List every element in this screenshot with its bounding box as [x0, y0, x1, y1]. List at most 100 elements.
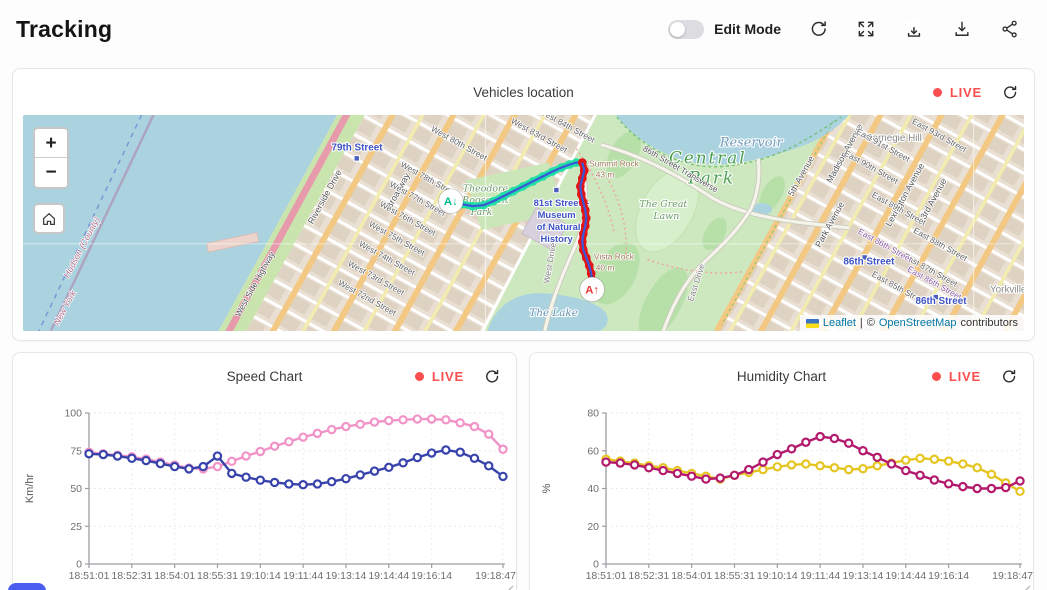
- speed-chart-panel: Speed Chart LIVE 025507510018:51:0118:52…: [12, 352, 517, 590]
- data-point: [271, 479, 278, 486]
- data-point: [902, 467, 909, 474]
- data-point: [285, 438, 292, 445]
- panel-refresh-button[interactable]: [480, 365, 502, 387]
- data-point: [342, 475, 349, 482]
- live-label: LIVE: [432, 369, 464, 384]
- data-point: [328, 426, 335, 433]
- data-point: [945, 480, 952, 487]
- x-tick-label: 18:51:01: [69, 570, 110, 582]
- data-point: [788, 445, 795, 452]
- data-point: [617, 459, 624, 466]
- toggle-knob: [670, 22, 685, 37]
- share-icon: [1000, 19, 1020, 39]
- data-point: [831, 435, 838, 442]
- map-label: History: [540, 233, 573, 244]
- y-tick-label: 60: [587, 445, 599, 457]
- x-tick-label: 19:10:14: [240, 570, 281, 582]
- page-title: Tracking: [16, 16, 112, 43]
- y-tick-label: 75: [70, 445, 82, 457]
- data-point: [485, 462, 492, 469]
- refresh-button[interactable]: [807, 18, 829, 40]
- pdf-export-button[interactable]: PDF: [903, 18, 925, 40]
- panel-refresh-button[interactable]: [997, 365, 1019, 387]
- data-point: [1002, 484, 1009, 491]
- map-attribution: Leaflet | © OpenStreetMap contributors: [800, 315, 1024, 331]
- data-point: [371, 468, 378, 475]
- data-point: [200, 463, 207, 470]
- data-point: [974, 464, 981, 471]
- data-point: [228, 470, 235, 477]
- edit-mode-toggle[interactable]: [668, 20, 704, 39]
- data-point: [874, 462, 881, 469]
- resize-handle[interactable]: [1020, 584, 1031, 590]
- data-point: [214, 452, 221, 459]
- map-home-button[interactable]: [33, 203, 65, 234]
- y-tick-label: 40: [587, 483, 599, 495]
- vehicle-marker-label: A↑: [585, 284, 599, 296]
- x-tick-label: 19:16:14: [928, 570, 969, 582]
- leaflet-link[interactable]: Leaflet: [823, 317, 856, 329]
- data-point: [931, 456, 938, 463]
- live-indicator: LIVE: [415, 353, 502, 399]
- live-indicator: LIVE: [933, 69, 1020, 115]
- x-tick-label: 18:54:01: [671, 570, 712, 582]
- map-label: Reservoir: [719, 136, 784, 151]
- openstreetmap-link[interactable]: OpenStreetMap: [879, 317, 957, 329]
- vehicle-marker[interactable]: A↑: [580, 277, 605, 302]
- vehicle-marker-label: A↓: [444, 196, 458, 208]
- data-point: [674, 470, 681, 477]
- x-tick-label: 19:14:44: [885, 570, 926, 582]
- map-canvas[interactable]: Hudson (County)New YorkWest Side Highway…: [23, 115, 1024, 331]
- data-point: [357, 471, 364, 478]
- data-point: [631, 461, 638, 468]
- zoom-out-button[interactable]: −: [35, 158, 67, 187]
- refresh-icon: [1001, 84, 1018, 101]
- map[interactable]: Hudson (County)New YorkWest Side Highway…: [23, 115, 1024, 331]
- y-tick-label: 0: [76, 559, 82, 571]
- data-point: [817, 433, 824, 440]
- share-button[interactable]: [999, 18, 1021, 40]
- data-point: [702, 475, 709, 482]
- data-point: [988, 485, 995, 492]
- data-point: [442, 416, 449, 423]
- resize-handle[interactable]: [503, 584, 514, 590]
- x-tick-label: 18:55:31: [197, 570, 238, 582]
- download-button[interactable]: [951, 18, 973, 40]
- attribution-suffix: contributors: [961, 317, 1018, 329]
- zoom-in-button[interactable]: +: [35, 129, 67, 158]
- data-point: [745, 466, 752, 473]
- data-point: [931, 476, 938, 483]
- data-point: [471, 423, 478, 430]
- y-axis-label: %: [541, 483, 553, 493]
- map-label: The Great: [639, 199, 687, 210]
- data-point: [300, 434, 307, 441]
- data-point: [399, 459, 406, 466]
- data-point: [499, 446, 506, 453]
- data-point: [457, 419, 464, 426]
- data-point: [385, 417, 392, 424]
- x-tick-label: 19:14:44: [368, 570, 409, 582]
- data-point: [357, 421, 364, 428]
- vehicle-marker[interactable]: A↓: [439, 189, 464, 214]
- live-dot-icon: [932, 372, 941, 381]
- data-point: [300, 481, 307, 488]
- x-tick-label: 18:52:31: [111, 570, 152, 582]
- panel-header: Humidity Chart LIVE: [530, 353, 1033, 399]
- data-point: [100, 451, 107, 458]
- data-point: [128, 455, 135, 462]
- y-tick-label: 0: [593, 559, 599, 571]
- data-point: [85, 450, 92, 457]
- data-point: [385, 464, 392, 471]
- fullscreen-icon: [856, 19, 876, 39]
- data-point: [788, 461, 795, 468]
- fullscreen-button[interactable]: [855, 18, 877, 40]
- speed-chart: 025507510018:51:0118:52:3118:54:0118:55:…: [13, 397, 518, 590]
- panel-refresh-button[interactable]: [998, 81, 1020, 103]
- data-point: [660, 467, 667, 474]
- data-point: [185, 465, 192, 472]
- data-point: [457, 449, 464, 456]
- data-point: [328, 478, 335, 485]
- floating-action-button[interactable]: [8, 583, 46, 590]
- data-point: [157, 460, 164, 467]
- map-zoom-control: + −: [33, 127, 69, 189]
